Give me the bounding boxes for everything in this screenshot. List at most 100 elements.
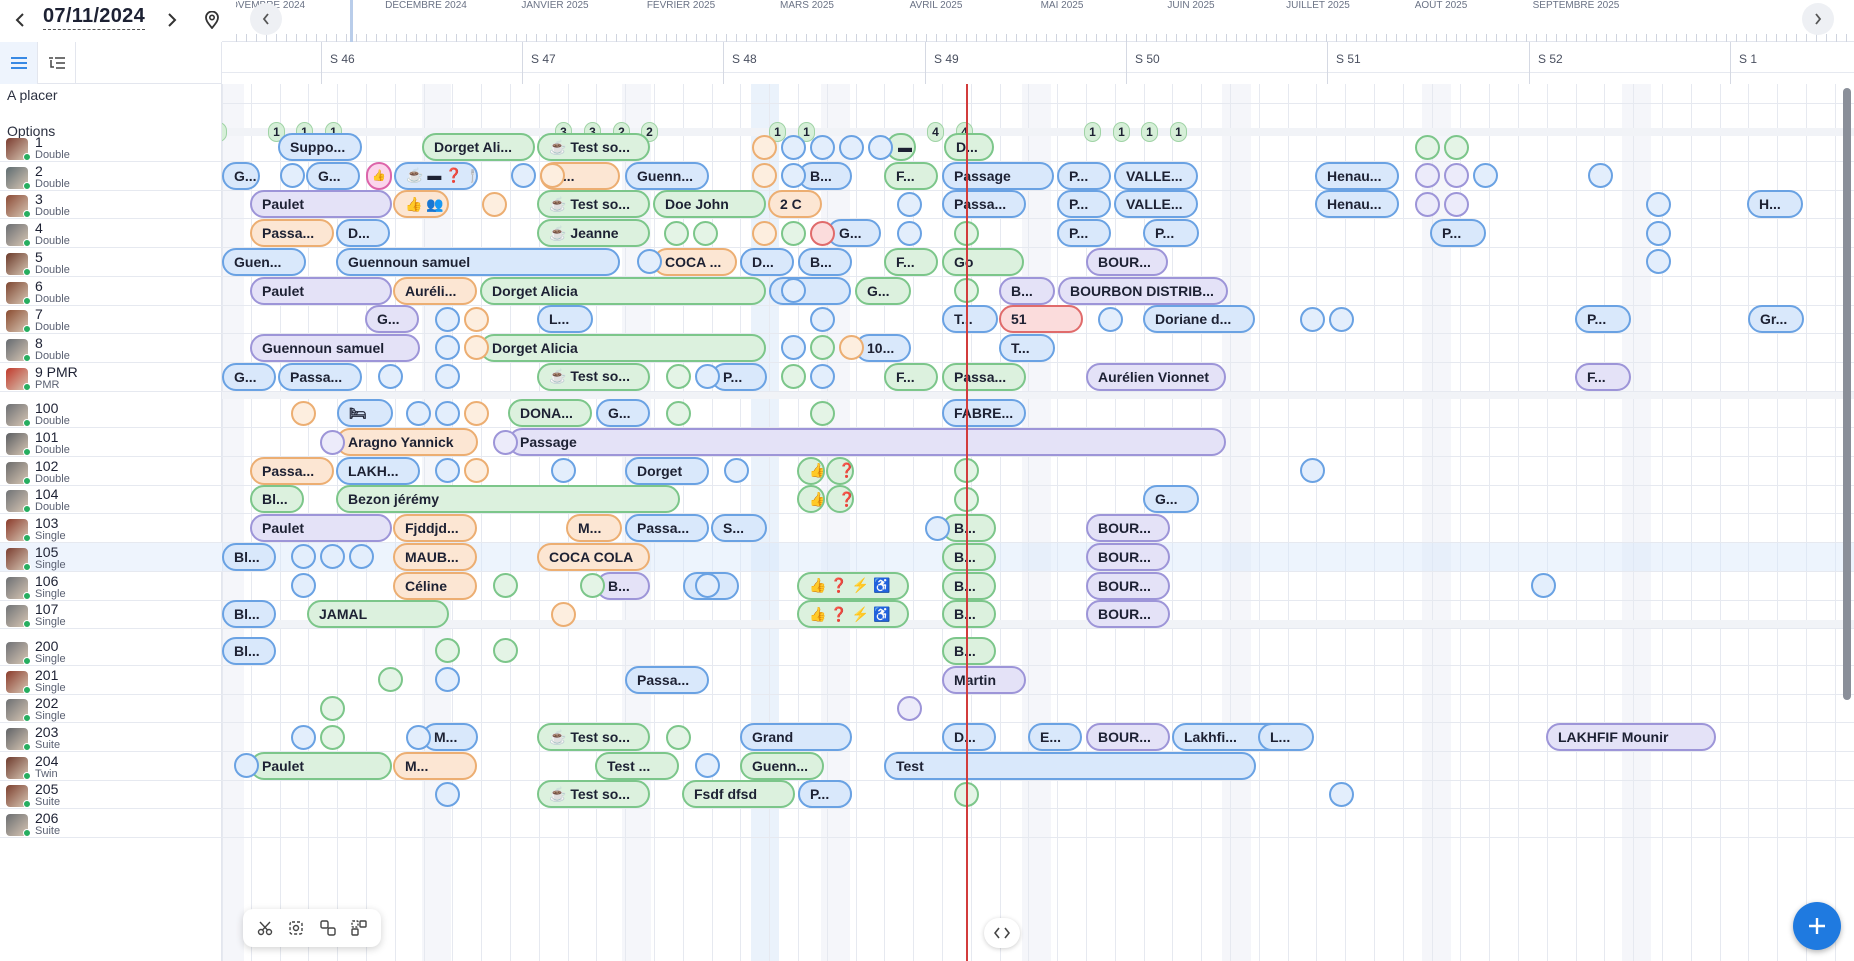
booking-bar[interactable]: ☕ Jeanne — [537, 219, 650, 248]
booking-bar[interactable]: MAUB... — [393, 542, 477, 571]
option-count-badge[interactable]: 1 — [1113, 122, 1130, 142]
previous-date-button[interactable] — [7, 7, 33, 33]
booking-marker[interactable] — [435, 364, 460, 390]
booking-marker[interactable] — [378, 364, 403, 390]
booking-bar[interactable]: P... — [1430, 219, 1486, 248]
booking-bar[interactable]: DONA... — [508, 399, 592, 428]
booking-bar[interactable]: H... — [1747, 190, 1803, 219]
booking-marker[interactable] — [781, 134, 806, 160]
booking-bar[interactable]: G... — [596, 399, 650, 428]
booking-bar[interactable]: L... — [1258, 723, 1314, 751]
booking-bar[interactable]: G... — [222, 362, 276, 391]
booking-marker[interactable] — [1531, 573, 1556, 598]
booking-bar[interactable]: Guennoun samuel — [250, 333, 420, 362]
booking-marker[interactable] — [435, 458, 460, 484]
booking-marker[interactable] — [897, 695, 922, 721]
booking-bar[interactable]: BOUR... — [1086, 571, 1170, 600]
booking-marker[interactable] — [810, 220, 835, 246]
booking-bar[interactable]: 51 — [999, 305, 1083, 334]
booking-bar[interactable]: Céline — [393, 571, 477, 600]
booking-bar[interactable]: Bl... — [222, 636, 276, 665]
booking-marker[interactable] — [666, 364, 691, 390]
booking-bar[interactable]: M... — [566, 514, 622, 543]
room-number[interactable]: 100 — [35, 400, 58, 416]
room-number[interactable]: 205 — [35, 781, 58, 797]
booking-bar[interactable]: G... — [855, 276, 911, 305]
booking-bar[interactable]: ☕ Test so... — [537, 362, 650, 391]
booking-marker[interactable] — [1329, 306, 1354, 332]
booking-marker[interactable] — [493, 573, 518, 598]
room-number[interactable]: 101 — [35, 429, 58, 445]
booking-marker[interactable] — [435, 400, 460, 426]
booking-bar[interactable]: Paulet — [250, 751, 392, 780]
booking-marker[interactable] — [551, 601, 576, 627]
booking-marker[interactable] — [1646, 191, 1671, 217]
booking-bar[interactable]: B... — [942, 542, 996, 571]
booking-marker[interactable] — [464, 400, 489, 426]
booking-marker[interactable] — [695, 364, 720, 390]
booking-bar[interactable]: F... — [884, 161, 938, 190]
booking-marker[interactable] — [666, 400, 691, 426]
booking-marker[interactable] — [897, 191, 922, 217]
booking-bar[interactable]: ☕ Test so... — [537, 780, 650, 809]
booking-marker[interactable] — [493, 638, 518, 664]
booking-bar[interactable]: Henau... — [1315, 190, 1399, 219]
booking-bar[interactable]: L... — [537, 305, 593, 334]
booking-bar[interactable]: COCA ... — [653, 247, 737, 276]
booking-marker[interactable] — [781, 220, 806, 246]
booking-bar[interactable]: Passa... — [278, 362, 362, 391]
booking-bar[interactable]: B... — [999, 276, 1055, 305]
room-number[interactable]: 1 — [35, 134, 43, 150]
booking-bar[interactable]: D... — [740, 247, 794, 276]
booking-marker[interactable] — [378, 667, 403, 693]
booking-marker[interactable] — [810, 364, 835, 390]
room-number[interactable]: 106 — [35, 573, 58, 589]
room-number[interactable]: 107 — [35, 601, 58, 617]
booking-bar[interactable]: Bl... — [222, 542, 276, 571]
booking-marker[interactable] — [435, 667, 460, 693]
booking-bar[interactable]: B... — [942, 636, 996, 665]
booking-marker[interactable] — [695, 573, 720, 598]
booking-marker[interactable] — [320, 429, 345, 455]
timeline-window-handle[interactable] — [350, 0, 353, 42]
booking-bar[interactable]: Aragno Yannick — [336, 428, 478, 456]
booking-bar[interactable]: G... — [222, 161, 260, 190]
booking-marker[interactable] — [752, 134, 777, 160]
booking-bar[interactable]: B... — [942, 514, 996, 543]
booking-bar[interactable]: B... — [942, 600, 996, 629]
booking-bar[interactable]: Passage — [942, 161, 1054, 190]
booking-marker[interactable] — [810, 134, 835, 160]
planning-grid[interactable]: S 46S 47S 48S 49S 50S 51S 52S 1 31113322… — [222, 42, 1854, 961]
booking-bar[interactable]: BOURBON DISTRIB... — [1058, 276, 1228, 305]
booking-bar[interactable]: Passage — [508, 428, 1226, 456]
booking-marker[interactable] — [435, 306, 460, 332]
booking-marker[interactable] — [810, 400, 835, 426]
booking-bar[interactable]: Martin — [942, 665, 1026, 694]
booking-marker[interactable] — [435, 781, 460, 807]
booking-bar[interactable]: P... — [1057, 219, 1111, 248]
booking-bar[interactable]: BOUR... — [1086, 542, 1170, 571]
booking-bar[interactable]: D... — [336, 219, 390, 248]
booking-marker[interactable] — [1646, 220, 1671, 246]
booking-bar[interactable]: B... — [798, 161, 852, 190]
booking-bar[interactable]: Guen... — [222, 247, 306, 276]
booking-bar[interactable]: ☕ ▬ ❓ 🍴 — [394, 161, 478, 190]
timeline-next-button[interactable] — [1802, 3, 1834, 35]
booking-bar[interactable]: Guennoun samuel — [336, 247, 620, 276]
booking-bar[interactable]: FABRE... — [942, 399, 1026, 428]
booking-bar[interactable]: LAKH... — [336, 456, 420, 485]
room-number[interactable]: 104 — [35, 486, 58, 502]
booking-bar[interactable]: Test — [884, 751, 1256, 780]
booking-bar[interactable]: Doe John — [653, 190, 766, 219]
room-number[interactable]: 102 — [35, 458, 58, 474]
booking-marker[interactable] — [781, 278, 806, 303]
room-number[interactable]: 200 — [35, 638, 58, 654]
option-count-badge[interactable]: 4 — [927, 122, 944, 142]
booking-bar[interactable]: Go — [942, 247, 1024, 276]
booking-marker[interactable] — [1444, 191, 1469, 217]
booking-bar[interactable]: F... — [884, 247, 938, 276]
booking-bar[interactable]: Test ... — [595, 751, 679, 780]
booking-marker[interactable] — [482, 191, 507, 217]
booking-bar[interactable]: P... — [1057, 161, 1111, 190]
booking-bar[interactable]: Bl... — [250, 485, 304, 514]
